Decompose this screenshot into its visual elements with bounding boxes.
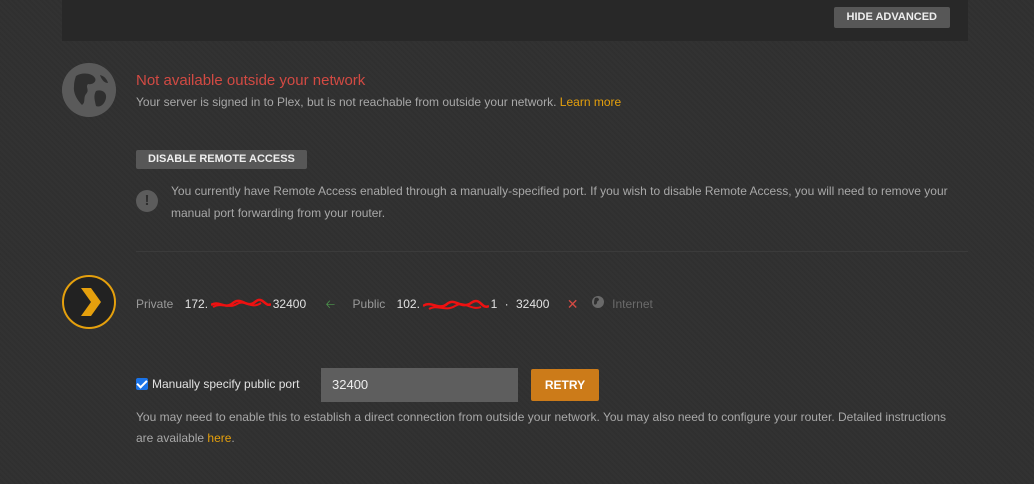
- private-port: 32400: [272, 296, 307, 311]
- manual-port-help: You may need to enable this to establish…: [136, 407, 956, 449]
- remote-status-title: Not available outside your network: [136, 72, 366, 89]
- retry-button[interactable]: RETRY: [531, 369, 599, 401]
- status-description-text: Your server is signed in to Plex, but is…: [136, 95, 557, 109]
- section-divider: [136, 251, 968, 252]
- globe-icon: [62, 63, 116, 117]
- plex-chevron-icon: [62, 275, 116, 329]
- advanced-header-bar: HIDE ADVANCED: [62, 0, 968, 41]
- alert-icon: !: [136, 190, 158, 212]
- public-ip-redacted: [423, 298, 490, 310]
- arrow-left-icon: 🡠: [325, 296, 336, 311]
- public-ip-prefix: 102.: [396, 296, 420, 311]
- learn-more-link[interactable]: Learn more: [560, 95, 621, 109]
- private-ip-prefix: 172.: [184, 296, 209, 311]
- manual-port-checkbox-label[interactable]: Manually specify public port: [152, 377, 299, 391]
- x-icon: ✕: [566, 295, 579, 312]
- redaction-scribble: [423, 299, 490, 310]
- globe-small-icon: [591, 295, 604, 312]
- connection-status-row: Private 172. 32400 🡠 Public 102. 1 · 324…: [136, 295, 653, 312]
- help-period: .: [231, 431, 235, 445]
- help-text-body: You may need to enable this to establish…: [136, 410, 947, 445]
- redaction-scribble: [211, 298, 272, 308]
- remote-access-warning: You currently have Remote Access enabled…: [171, 184, 948, 220]
- private-label: Private: [136, 296, 174, 311]
- instructions-here-link[interactable]: here: [207, 431, 231, 445]
- public-port-input[interactable]: [321, 368, 518, 402]
- disable-remote-access-button[interactable]: DISABLE REMOTE ACCESS: [136, 150, 307, 169]
- manual-port-checkbox-row[interactable]: Manually specify public port: [136, 376, 299, 392]
- checkbox-checked-icon[interactable]: [136, 378, 148, 390]
- public-port: 32400: [516, 296, 550, 311]
- internet-label: Internet: [612, 296, 653, 311]
- hide-advanced-button[interactable]: HIDE ADVANCED: [833, 7, 950, 28]
- public-ip-tail: 1: [490, 296, 498, 311]
- public-label: Public: [352, 296, 386, 311]
- remote-status-description: Your server is signed in to Plex, but is…: [136, 95, 621, 109]
- private-ip-redacted: [211, 298, 272, 310]
